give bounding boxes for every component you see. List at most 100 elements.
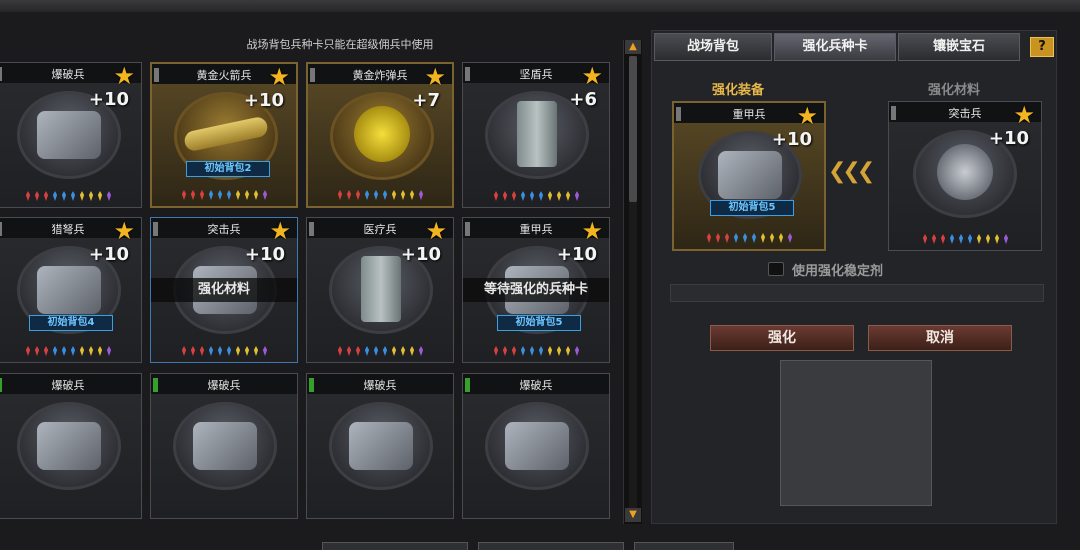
enhance-button[interactable]: 强化 — [710, 325, 854, 351]
gem-row — [469, 191, 603, 201]
scroll-thumb[interactable] — [629, 56, 637, 202]
inventory-card[interactable]: 突击兵 ★ +10 强化材料 — [150, 217, 298, 363]
cancel-button[interactable]: 取消 — [868, 325, 1012, 351]
material-card-level: +10 — [988, 128, 1029, 149]
inventory-card[interactable]: 猎弩兵 ★ +10 初始背包4 — [0, 217, 142, 363]
inventory-card[interactable]: 爆破兵 — [0, 373, 142, 519]
gem-icon — [493, 191, 498, 201]
card-level: +10 — [400, 244, 441, 265]
gem-icon — [502, 346, 507, 356]
gem-icon — [409, 190, 414, 200]
bottom-button-2[interactable] — [478, 542, 624, 550]
gem-icon — [529, 346, 534, 356]
card-level: +10 — [244, 244, 285, 265]
gem-icon — [994, 234, 999, 244]
gem-icon — [106, 346, 111, 356]
gem-icon — [52, 191, 57, 201]
gem-icon — [337, 190, 342, 200]
gem-icon — [556, 346, 561, 356]
gem-row — [1, 191, 135, 201]
gem-icon — [217, 190, 222, 200]
inventory-card[interactable]: 黄金火箭兵 ★ +10 初始背包2 — [150, 62, 298, 208]
gem-icon — [400, 346, 405, 356]
scrollbar[interactable]: ▲ ▼ — [623, 40, 642, 524]
card-badge: 初始背包5 — [497, 315, 581, 331]
stabilizer-label: 使用强化稳定剂 — [792, 264, 884, 279]
card-art — [37, 266, 101, 314]
card-art — [505, 422, 569, 470]
gem-icon — [253, 190, 258, 200]
card-name: 爆破兵 — [51, 379, 85, 392]
gem-icon — [253, 346, 258, 356]
card-art — [937, 144, 993, 200]
gem-icon — [373, 190, 378, 200]
gem-row — [1, 346, 135, 356]
gem-icon — [391, 346, 396, 356]
gem-icon — [769, 233, 774, 243]
gem-icon — [244, 190, 249, 200]
card-emblem — [17, 402, 121, 490]
inventory-card[interactable]: 坚盾兵 ★ +6 — [462, 62, 610, 208]
scroll-down-button[interactable]: ▼ — [625, 508, 641, 522]
card-art — [37, 422, 101, 470]
gem-icon — [199, 346, 204, 356]
gem-icon — [502, 191, 507, 201]
bottom-button-3[interactable] — [634, 542, 734, 550]
gem-icon — [208, 190, 213, 200]
tab-enhance-card[interactable]: 强化兵种卡 — [774, 33, 896, 61]
gem-icon — [97, 191, 102, 201]
gem-icon — [967, 234, 972, 244]
bottom-button-1[interactable] — [322, 542, 468, 550]
equip-slot-card[interactable]: 重甲兵 ★ +10 初始背包5 — [672, 101, 826, 251]
inventory-card[interactable]: 爆破兵 — [306, 373, 454, 519]
material-slot-card[interactable]: 突击兵 ★ +10 — [888, 101, 1042, 251]
notice-text: 战场背包兵种卡只能在超级佣兵中使用 — [246, 38, 434, 51]
star-icon: ★ — [113, 217, 135, 245]
inventory-card[interactable]: 黄金炸弹兵 ★ +7 — [306, 62, 454, 208]
gem-icon — [529, 191, 534, 201]
inventory-card[interactable]: 爆破兵 ★ +10 — [0, 62, 142, 208]
gem-icon — [217, 346, 222, 356]
inventory-card[interactable]: 爆破兵 — [150, 373, 298, 519]
top-strip — [0, 0, 1080, 12]
card-art — [517, 101, 557, 167]
gem-icon — [373, 346, 378, 356]
card-art — [718, 151, 782, 199]
card-grid: 爆破兵 ★ +10 黄金火箭兵 ★ +10 初始背包2 黄金炸弹兵 ★ +7 坚盾兵 ★ +6 猎弩兵 ★ +… — [0, 62, 616, 522]
gem-icon — [61, 346, 66, 356]
gem-icon — [346, 190, 351, 200]
gem-icon — [262, 346, 267, 356]
gem-icon — [226, 346, 231, 356]
help-button[interactable]: ? — [1030, 37, 1054, 57]
gem-icon — [181, 190, 186, 200]
gem-icon — [418, 346, 423, 356]
inventory-card[interactable]: 医疗兵 ★ +10 — [306, 217, 454, 363]
star-icon: ★ — [581, 62, 603, 90]
gem-row — [680, 233, 818, 243]
gem-icon — [355, 346, 360, 356]
card-art — [361, 256, 401, 322]
gem-row — [895, 234, 1035, 244]
gem-icon — [538, 346, 543, 356]
gem-icon — [733, 233, 738, 243]
gem-icon — [181, 346, 186, 356]
tab-battle-backpack[interactable]: 战场背包 — [654, 33, 772, 61]
gem-icon — [43, 346, 48, 356]
gem-icon — [34, 346, 39, 356]
gem-icon — [931, 234, 936, 244]
gem-icon — [43, 191, 48, 201]
card-level: +10 — [556, 244, 597, 265]
card-level: +6 — [569, 89, 597, 110]
star-icon: ★ — [796, 102, 818, 130]
gem-icon — [976, 234, 981, 244]
inventory-card[interactable]: 重甲兵 ★ +10 等待强化的兵种卡 初始背包5 — [462, 217, 610, 363]
inventory-card[interactable]: 爆破兵 — [462, 373, 610, 519]
tab-inlay-gem[interactable]: 镶嵌宝石 — [898, 33, 1020, 61]
gem-icon — [760, 233, 765, 243]
card-art — [349, 422, 413, 470]
gem-icon — [778, 233, 783, 243]
star-icon: ★ — [268, 63, 290, 91]
scroll-up-button[interactable]: ▲ — [625, 40, 641, 54]
stabilizer-checkbox[interactable] — [768, 262, 784, 276]
gem-icon — [1003, 234, 1008, 244]
